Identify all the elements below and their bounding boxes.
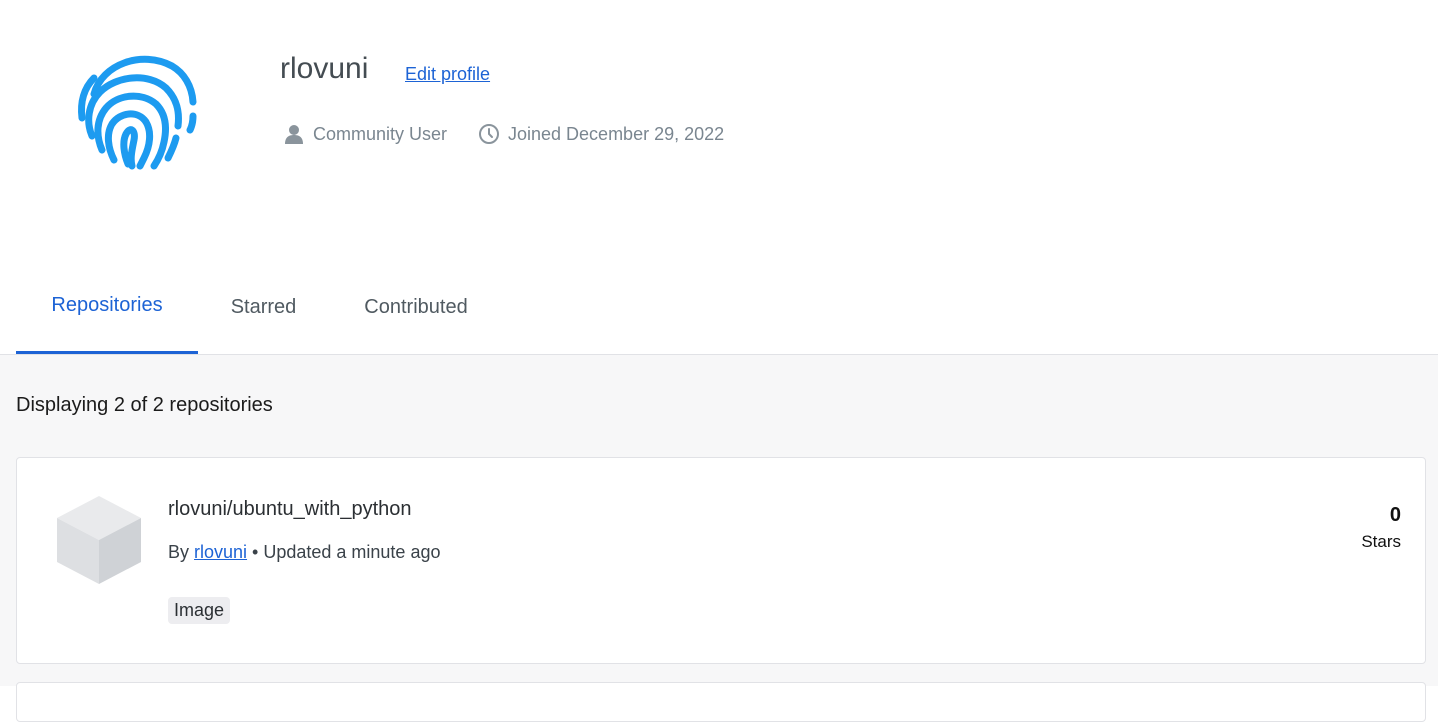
repository-owner-link[interactable]: rlovuni [194, 542, 247, 562]
tab-starred[interactable]: Starred [198, 260, 329, 354]
repository-stars-label: Stars [1361, 532, 1401, 551]
repository-meta: By rlovuni • Updated a minute ago [168, 542, 440, 563]
repository-stars-count: 0 [1389, 504, 1401, 526]
profile-role: Community User [283, 123, 447, 145]
user-icon [283, 123, 305, 145]
repository-name[interactable]: rlovuni/ubuntu_with_python [168, 498, 412, 521]
repository-card[interactable]: rlovuni/ubuntu_with_python By rlovuni • … [16, 457, 1426, 664]
repository-type-badge: Image [168, 597, 231, 624]
tab-contributed[interactable]: Contributed [329, 260, 503, 354]
repositories-panel: Displaying 2 of 2 repositories rlovuni/u… [0, 355, 1438, 722]
clock-icon [478, 123, 500, 145]
fingerprint-icon [72, 42, 200, 170]
tab-repositories[interactable]: Repositories [16, 260, 198, 354]
profile-role-label: Community User [313, 123, 448, 144]
repository-card[interactable] [16, 682, 1426, 722]
repository-updated: • Updated a minute ago [247, 542, 441, 562]
profile-header: rlovuni Edit profile Community User Join… [0, 0, 1438, 260]
profile-username: rlovuni [280, 52, 369, 85]
profile-joined: Joined December 29, 2022 [478, 123, 724, 145]
repositories-count: Displaying 2 of 2 repositories [16, 394, 273, 416]
profile-tabs: Repositories Starred Contributed [0, 260, 1438, 355]
cube-icon [55, 494, 143, 586]
edit-profile-link[interactable]: Edit profile [405, 64, 490, 85]
profile-joined-label: Joined December 29, 2022 [508, 123, 725, 144]
repository-by-prefix: By [168, 542, 195, 562]
